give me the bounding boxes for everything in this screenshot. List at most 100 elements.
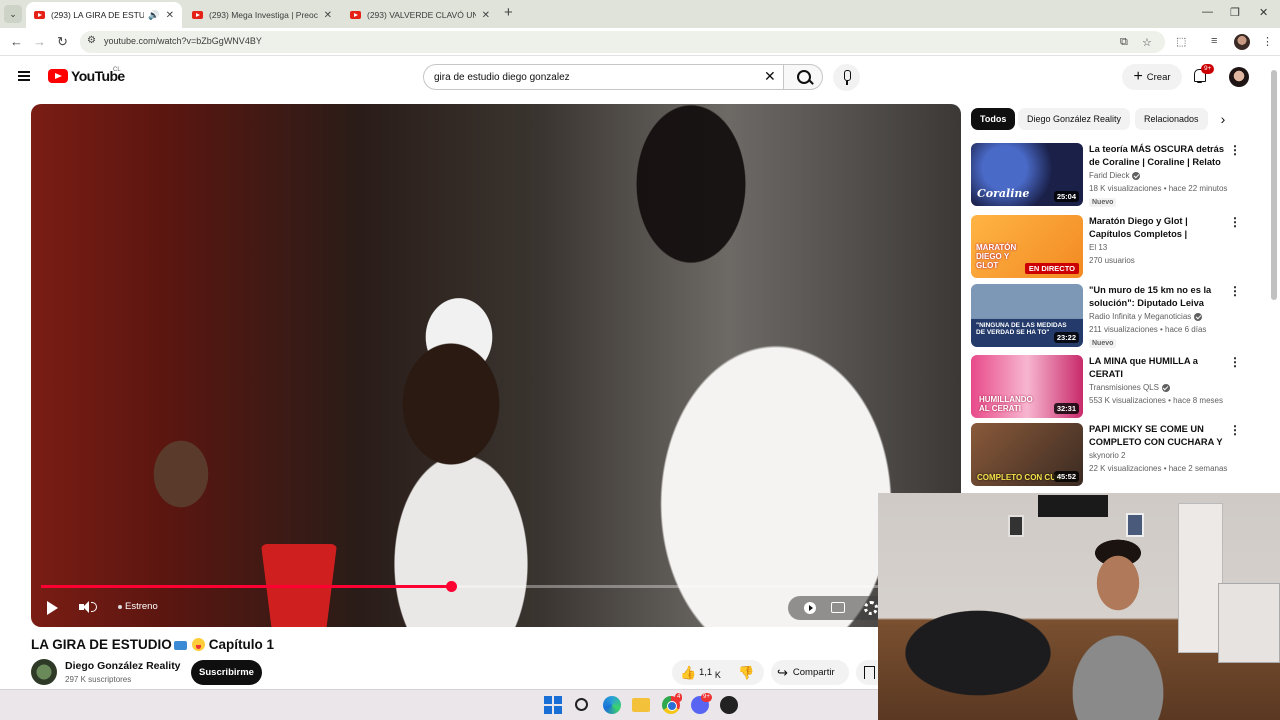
page-scrollbar[interactable] [1271, 60, 1277, 490]
recommended-channel[interactable]: El 13 [1089, 243, 1107, 252]
reload-icon[interactable]: ↻ [57, 34, 68, 50]
taskbar-search-icon[interactable] [575, 698, 588, 711]
thumbnail-text: Coraline [977, 187, 1030, 200]
video-title: LA GIRA DE ESTUDIO Capítulo 1 [31, 637, 274, 652]
site-info-icon[interactable]: ⚙ [87, 35, 96, 46]
window-close-icon[interactable]: ✕ [1259, 6, 1268, 19]
edge-browser-icon[interactable] [603, 696, 621, 714]
chip-diego-gonzalez-reality[interactable]: Diego González Reality [1018, 108, 1131, 130]
tab-close-icon[interactable]: ✕ [324, 10, 332, 21]
install-app-icon[interactable]: ⧉ [1120, 36, 1128, 49]
share-icon: ↪ [777, 664, 788, 680]
create-label: Crear [1146, 71, 1171, 83]
browser-tab[interactable]: (293) VALVERDE CLAVÓ UN GO ✕ [342, 2, 498, 28]
account-avatar[interactable] [1229, 67, 1249, 87]
menu-icon[interactable] [18, 71, 30, 81]
youtube-favicon-icon [192, 11, 203, 19]
subtitles-icon[interactable] [831, 602, 845, 613]
more-options-icon[interactable]: ⋮ [1229, 144, 1241, 156]
premiere-label: Estreno [125, 601, 158, 612]
forward-icon[interactable]: → [33, 34, 46, 50]
speaker-icon[interactable]: 🔊 [148, 10, 159, 21]
tab-search-icon[interactable]: ⌄ [4, 5, 22, 23]
scrubber-handle[interactable] [445, 581, 457, 592]
tab-close-icon[interactable]: ✕ [166, 10, 174, 21]
progress-bar[interactable] [41, 581, 951, 592]
extensions-icon[interactable]: ⬚ [1176, 35, 1186, 48]
recommended-video[interactable]: "NINGUNA DE LAS MEDIDAS DE VERDAD SE HA … [971, 284, 1251, 348]
youtube-logo-icon[interactable] [48, 69, 68, 83]
bookmark-star-icon[interactable]: ☆ [1142, 36, 1152, 49]
scrollbar-thumb[interactable] [1271, 70, 1277, 300]
create-button[interactable]: + Crear [1122, 64, 1182, 90]
video-thumbnail[interactable]: MARATÓN DIEGO Y GLOT EN DIRECTO [971, 215, 1083, 278]
settings-gear-icon[interactable] [864, 601, 878, 615]
address-bar[interactable]: ⚙ youtube.com/watch?v=bZbGgWNV4BY ⧉ ☆ [80, 31, 1165, 53]
recommended-channel[interactable]: skynorio 2 [1089, 451, 1125, 460]
recommended-video[interactable]: MARATÓN DIEGO Y GLOT EN DIRECTO Maratón … [971, 215, 1251, 279]
plus-icon: + [1133, 68, 1143, 85]
thumbs-down-icon[interactable]: 👎 [738, 665, 754, 681]
thumbnail-text: HUMILLANDO AL CERATI [979, 395, 1033, 413]
channel-avatar[interactable] [31, 659, 57, 685]
thumbs-up-icon[interactable]: 👍 [680, 665, 696, 681]
like-count[interactable]: 1,1 K [699, 667, 721, 680]
subscribe-button[interactable]: Suscribirme [191, 660, 262, 685]
video-player[interactable]: Estreno [31, 104, 961, 627]
video-thumbnail[interactable]: HUMILLANDO AL CERATI 32:31 [971, 355, 1083, 418]
file-explorer-icon[interactable] [632, 698, 650, 712]
recommended-title[interactable]: PAPI MICKY SE COME UN COMPLETO CON CUCHA… [1089, 423, 1227, 449]
volume-icon[interactable] [79, 600, 97, 614]
video-thumbnail[interactable]: Coraline 25:04 [971, 143, 1083, 206]
chip-relacionados[interactable]: Relacionados [1135, 108, 1208, 130]
windows-start-icon[interactable] [544, 696, 562, 714]
more-options-icon[interactable]: ⋮ [1229, 424, 1241, 436]
share-button[interactable]: ↪ Compartir [771, 660, 849, 685]
more-options-icon[interactable]: ⋮ [1229, 216, 1241, 228]
youtube-header: YouTube CL ✕ + Crear 9+ [0, 56, 1280, 100]
minimize-icon[interactable]: — [1202, 6, 1213, 18]
recommended-video[interactable]: COMPLETO CON CUC 45:52 PAPI MICKY SE COM… [971, 423, 1251, 487]
live-badge: EN DIRECTO [1024, 263, 1079, 274]
clear-search-icon[interactable]: ✕ [764, 68, 776, 85]
recommended-channel[interactable]: Farid Dieck [1089, 171, 1141, 180]
bus-emoji-icon [173, 640, 187, 650]
back-icon[interactable]: ← [10, 34, 23, 50]
search-button[interactable] [783, 64, 823, 90]
recommended-title[interactable]: "Un muro de 15 km no es la solución": Di… [1089, 284, 1227, 310]
chip-next-chevron-icon[interactable]: › [1212, 108, 1234, 130]
webcam-room-detail [1038, 495, 1108, 517]
browser-toolbar: ← → ↻ ⚙ youtube.com/watch?v=bZbGgWNV4BY … [0, 28, 1280, 56]
browser-tab-active[interactable]: (293) LA GIRA DE ESTUDIO 🔊 ✕ [26, 2, 182, 28]
new-tab-button[interactable]: + [504, 4, 513, 21]
recommended-video[interactable]: Coraline 25:04 La teoría MÁS OSCURA detr… [971, 143, 1251, 207]
recommended-title[interactable]: La teoría MÁS OSCURA detrás de Coraline … [1089, 143, 1227, 169]
recommended-channel[interactable]: Transmisiones QLS [1089, 383, 1170, 392]
thumbnail-text: MARATÓN DIEGO Y GLOT [976, 243, 1017, 270]
search-input[interactable] [434, 69, 754, 85]
chip-todos[interactable]: Todos [971, 108, 1016, 130]
url-text[interactable]: youtube.com/watch?v=bZbGgWNV4BY [104, 36, 262, 46]
more-options-icon[interactable]: ⋮ [1229, 285, 1241, 297]
browser-menu-icon[interactable]: ⋮ [1262, 35, 1273, 48]
recommended-channel[interactable]: Radio Infinita y Meganoticias [1089, 312, 1203, 321]
voice-search-icon[interactable] [833, 64, 860, 91]
browser-tab[interactable]: (293) Mega Investiga | Preocup ✕ [184, 2, 340, 28]
browser-profile-avatar[interactable] [1234, 34, 1250, 50]
more-options-icon[interactable]: ⋮ [1229, 356, 1241, 368]
tongue-emoji-icon [191, 638, 205, 651]
recommended-title[interactable]: LA MINA que HUMILLA a CERATI [1089, 355, 1227, 381]
restore-icon[interactable]: ❐ [1230, 6, 1240, 19]
media-control-icon[interactable]: ≡ [1211, 35, 1217, 47]
channel-name[interactable]: Diego González Reality [65, 660, 181, 672]
video-thumbnail[interactable]: "NINGUNA DE LAS MEDIDAS DE VERDAD SE HA … [971, 284, 1083, 347]
like-dislike-group: 👍 1,1 K 👎 [672, 660, 764, 685]
autoplay-icon[interactable] [804, 602, 816, 614]
recommended-video[interactable]: HUMILLANDO AL CERATI 32:31 LA MINA que H… [971, 355, 1251, 419]
play-icon[interactable] [47, 601, 58, 615]
app-icon[interactable] [720, 696, 738, 714]
tab-close-icon[interactable]: ✕ [482, 10, 490, 21]
video-thumbnail[interactable]: COMPLETO CON CUC 45:52 [971, 423, 1083, 486]
recommended-title[interactable]: Maratón Diego y Glot | Capítulos Complet… [1089, 215, 1227, 241]
discord-badge: 9+ [701, 693, 712, 702]
